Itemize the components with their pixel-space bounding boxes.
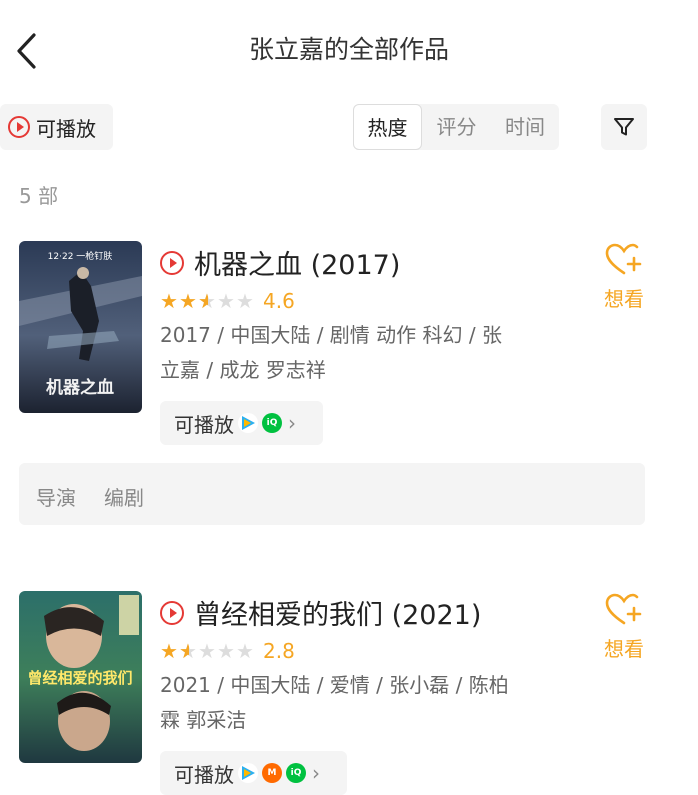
movie-meta: 2017 / 中国大陆 / 剧情 动作 科幻 / 张 立嘉 / 成龙 罗志祥 — [160, 318, 540, 388]
play-circle-icon — [160, 600, 184, 625]
movie-meta-line2: 霖 郭采洁 — [160, 708, 247, 732]
star-full-icon: ★ — [160, 639, 178, 663]
play-sources-button[interactable]: 可播放 iQ › — [160, 401, 323, 445]
poster-image: 曾经相爱的我们 — [19, 591, 142, 763]
movie-poster[interactable]: 12·22 一枪钉肤 机器之血 — [19, 241, 142, 413]
star-empty-icon: ★ — [198, 639, 216, 663]
heart-plus-icon — [605, 243, 642, 275]
poster-title-text: 机器之血 — [46, 377, 114, 398]
star-empty-icon: ★ — [236, 639, 254, 663]
play-sources-label: 可播放 — [174, 412, 234, 437]
star-full-icon: ★ — [179, 289, 197, 313]
poster-title-text: 曾经相爱的我们 — [27, 669, 132, 687]
movie-title: 机器之血 (2017) — [194, 250, 401, 281]
rating-score: 4.6 — [263, 289, 295, 313]
playable-filter-chip[interactable]: 可播放 — [0, 104, 113, 150]
sort-option-rating[interactable]: 评分 — [422, 104, 491, 150]
star-empty-icon: ★ — [217, 639, 235, 663]
star-half-icon: ★ — [198, 291, 217, 311]
movie-meta-line1: 2017 / 中国大陆 / 剧情 动作 科幻 / 张 — [160, 323, 502, 347]
want-to-watch-button[interactable]: 想看 — [598, 592, 650, 662]
star-empty-icon: ★ — [236, 289, 254, 313]
rating-stars: ★ ★ ★ ★ ★ 2.8 — [160, 639, 295, 663]
star-half-icon: ★ — [179, 641, 198, 661]
movie-title-row[interactable]: 曾经相爱的我们 (2021) — [160, 593, 481, 632]
play-circle-icon — [160, 250, 184, 275]
crew-director-label[interactable]: 导演 — [36, 482, 76, 511]
filter-button[interactable] — [601, 104, 647, 150]
poster-date-text: 12·22 一枪钉肤 — [48, 250, 113, 262]
page-title: 张立嘉的全部作品 — [248, 35, 449, 64]
works-count: 5 部 — [19, 184, 59, 208]
crew-panel[interactable]: 导演 编剧 — [19, 463, 645, 525]
play-circle-icon — [8, 116, 30, 138]
chevron-right-icon: › — [312, 761, 320, 785]
playable-filter-label: 可播放 — [36, 116, 96, 141]
chevron-right-icon: › — [288, 411, 296, 435]
play-sources-button[interactable]: 可播放 M iQ › — [160, 751, 347, 795]
sort-option-time[interactable]: 时间 — [491, 104, 559, 150]
movie-poster[interactable]: 曾经相爱的我们 — [19, 591, 142, 763]
tencent-video-icon — [238, 413, 258, 433]
heart-plus-icon — [605, 593, 642, 625]
movie-title-row[interactable]: 机器之血 (2017) — [160, 243, 400, 282]
sort-option-hot[interactable]: 热度 — [353, 104, 422, 150]
sort-segmented-control: 热度 评分 时间 — [353, 104, 559, 150]
want-to-watch-label: 想看 — [604, 637, 644, 661]
rating-stars: ★ ★ ★ ★ ★ 4.6 — [160, 289, 295, 313]
play-sources-label: 可播放 — [174, 762, 234, 787]
poster-image: 12·22 一枪钉肤 机器之血 — [19, 241, 142, 413]
funnel-icon — [614, 118, 634, 136]
want-to-watch-label: 想看 — [604, 287, 644, 311]
crew-writer-label[interactable]: 编剧 — [104, 482, 144, 511]
want-to-watch-button[interactable]: 想看 — [598, 242, 650, 312]
tencent-video-icon — [238, 763, 258, 783]
iqiyi-icon: iQ — [262, 413, 282, 433]
iqiyi-icon: iQ — [286, 763, 306, 783]
movie-meta-line2: 立嘉 / 成龙 罗志祥 — [160, 358, 326, 382]
movie-meta-line1: 2021 / 中国大陆 / 爱情 / 张小磊 / 陈柏 — [160, 673, 509, 697]
movie-meta: 2021 / 中国大陆 / 爱情 / 张小磊 / 陈柏 霖 郭采洁 — [160, 668, 540, 738]
star-empty-icon: ★ — [217, 289, 235, 313]
star-full-icon: ★ — [160, 289, 178, 313]
rating-score: 2.8 — [263, 639, 295, 663]
movie-title: 曾经相爱的我们 (2021) — [194, 600, 482, 631]
mango-tv-icon: M — [262, 763, 282, 783]
